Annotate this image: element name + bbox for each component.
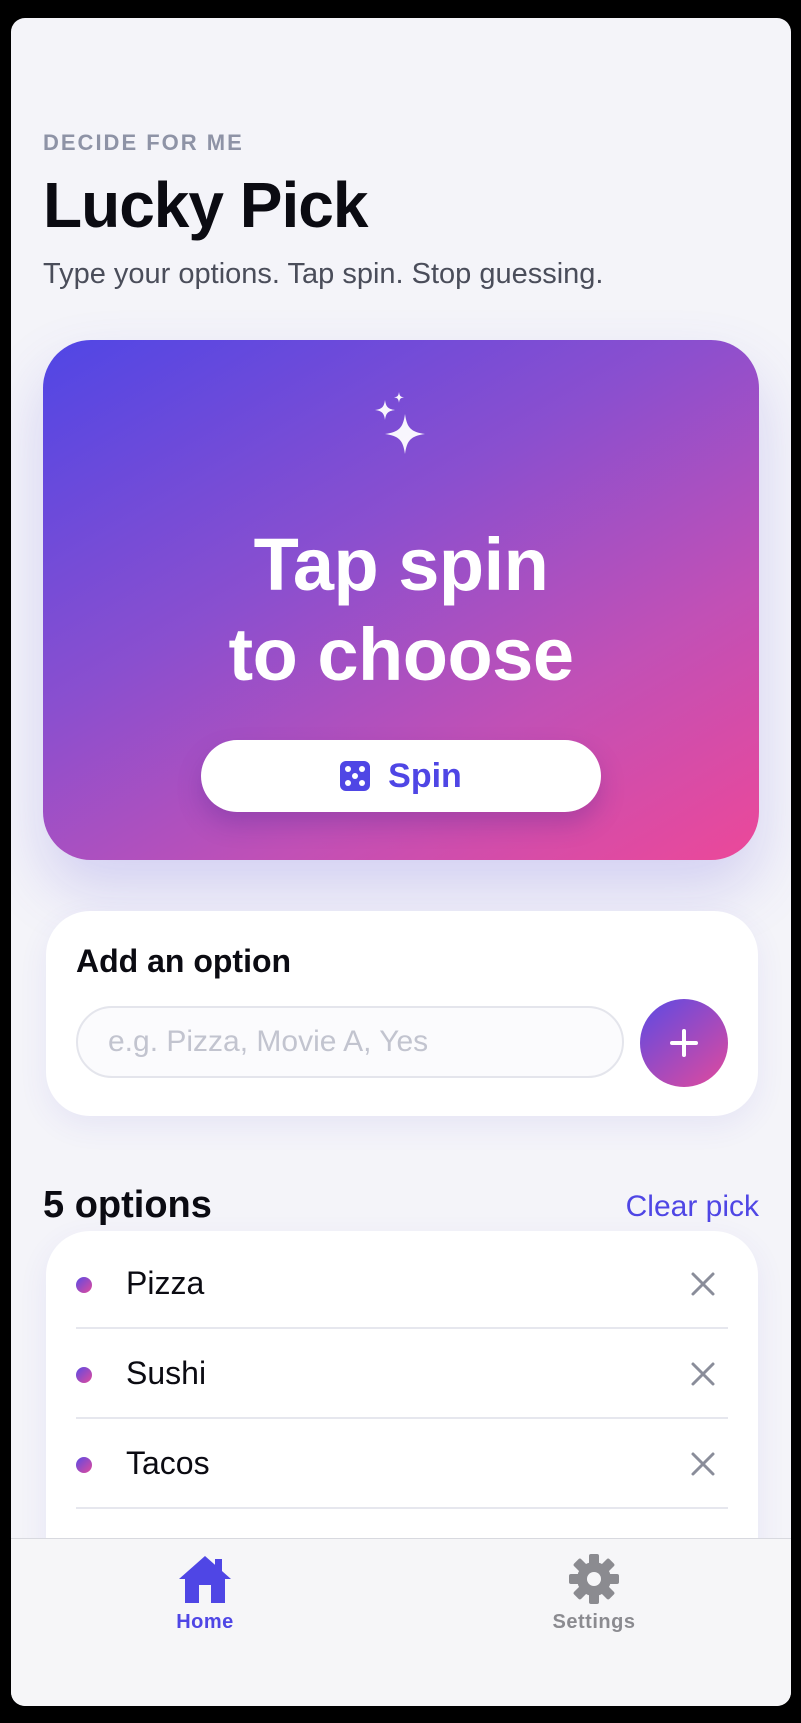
options-count: 5 options xyxy=(43,1184,212,1226)
close-icon[interactable] xyxy=(688,1449,718,1479)
option-input[interactable] xyxy=(76,1006,624,1078)
option-label: Pizza xyxy=(126,1265,205,1301)
add-option-button[interactable] xyxy=(640,999,728,1087)
tab-settings-label: Settings xyxy=(552,1611,636,1633)
tab-settings[interactable]: Settings xyxy=(514,1553,674,1634)
result-line-2: to choose xyxy=(228,613,574,696)
options-list: Pizza Sushi Tacos xyxy=(46,1231,758,1538)
spin-button-label: Spin xyxy=(388,756,462,795)
tab-home-label: Home xyxy=(176,1611,234,1633)
close-icon[interactable] xyxy=(688,1359,718,1389)
home-icon xyxy=(179,1556,231,1603)
option-label: Sushi xyxy=(126,1355,207,1391)
tab-home[interactable]: Home xyxy=(125,1553,285,1634)
page-title: Lucky Pick xyxy=(43,169,368,241)
option-label: Tacos xyxy=(126,1445,210,1481)
result-card: Tap spin to choose Spin xyxy=(43,340,759,860)
plus-icon xyxy=(670,1029,698,1057)
spin-button[interactable]: Spin xyxy=(201,740,601,812)
bullet-dot xyxy=(76,1277,92,1293)
result-text: Tap spin to choose xyxy=(43,520,759,700)
app-screen: DECIDE FOR ME Lucky Pick Type your optio… xyxy=(11,18,791,1706)
result-line-1: Tap spin xyxy=(253,523,549,606)
tab-bar: Home Settings xyxy=(11,1538,791,1706)
list-item: Sushi xyxy=(76,1329,728,1419)
add-option-title: Add an option xyxy=(76,943,292,979)
close-icon[interactable] xyxy=(688,1269,718,1299)
scroll-content[interactable]: DECIDE FOR ME Lucky Pick Type your optio… xyxy=(11,18,791,1538)
clear-pick-button[interactable]: Clear pick xyxy=(626,1190,759,1224)
list-item: Pizza xyxy=(76,1239,728,1329)
page-subtitle: Type your options. Tap spin. Stop guessi… xyxy=(43,258,604,290)
bullet-dot xyxy=(76,1367,92,1383)
add-option-card: Add an option xyxy=(46,911,758,1116)
eyebrow-label: DECIDE FOR ME xyxy=(43,130,244,155)
gear-icon xyxy=(569,1554,619,1604)
list-item: Tacos xyxy=(76,1419,728,1509)
sparkles-icon xyxy=(375,392,425,454)
bullet-dot xyxy=(76,1457,92,1473)
dice-icon xyxy=(340,761,371,791)
